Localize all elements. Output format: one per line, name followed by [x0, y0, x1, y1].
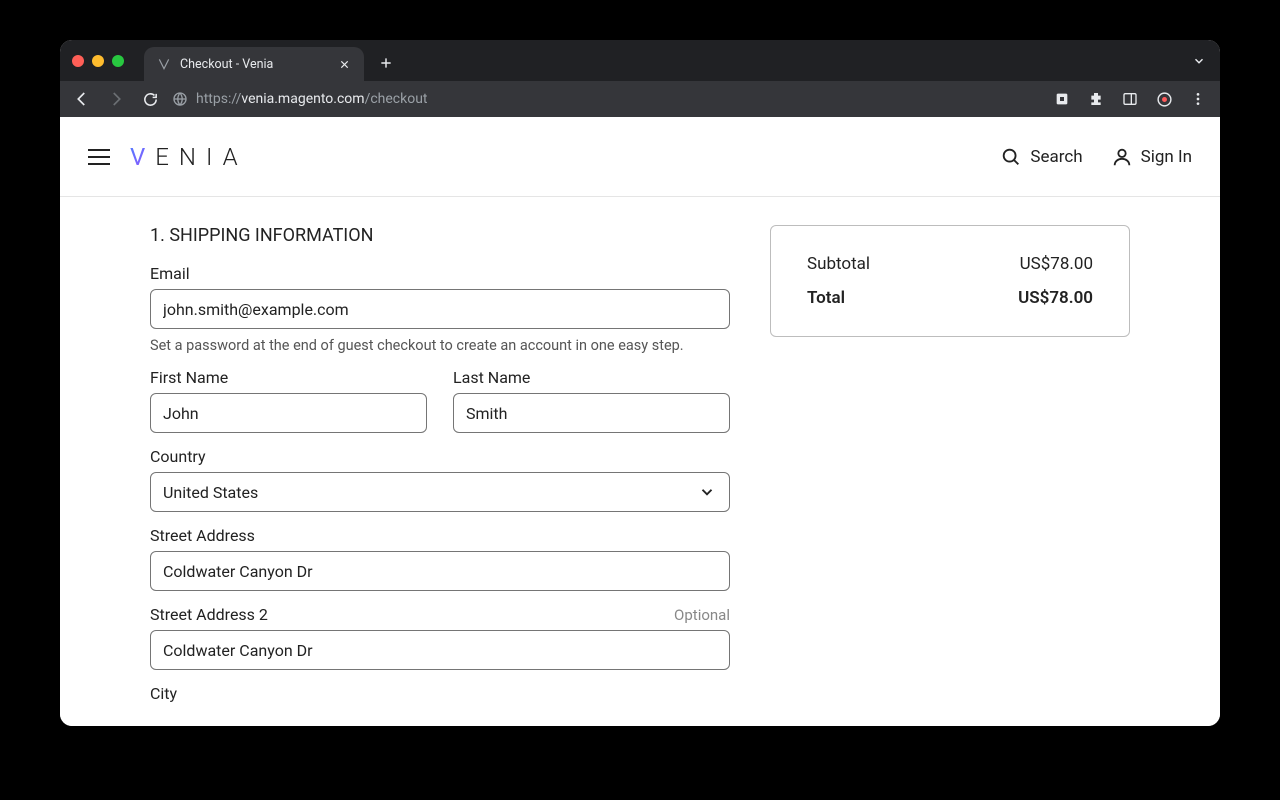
search-button[interactable]: Search [1000, 146, 1082, 168]
site-logo[interactable]: VENIA [130, 143, 248, 171]
subtotal-row: Subtotal US$78.00 [807, 254, 1093, 274]
section-title: 1. SHIPPING INFORMATION [150, 225, 730, 246]
address-bar[interactable]: https://venia.magento.com/checkout [172, 91, 1040, 107]
url-path: /checkout [365, 91, 428, 107]
street2-field-group: Street Address 2 Optional [150, 605, 730, 670]
tab-favicon [156, 56, 172, 72]
extension-icon[interactable] [1050, 87, 1074, 111]
user-icon [1111, 146, 1133, 168]
toolbar-right [1050, 87, 1210, 111]
country-field-group: Country United States [150, 447, 730, 512]
url-text: https://venia.magento.com/checkout [196, 91, 428, 107]
street1-label: Street Address [150, 526, 255, 545]
total-row: Total US$78.00 [807, 288, 1093, 308]
window-controls [72, 40, 124, 81]
logo-text: ENIA [155, 143, 247, 171]
total-label: Total [807, 288, 845, 308]
email-field-group: Email Set a password at the end of guest… [150, 264, 730, 354]
last-name-label: Last Name [453, 368, 530, 387]
first-name-field-group: First Name [150, 368, 427, 433]
signin-label: Sign In [1141, 147, 1192, 167]
header-actions: Search Sign In [1000, 146, 1192, 168]
browser-toolbar: https://venia.magento.com/checkout [60, 81, 1220, 117]
browser-menu-button[interactable] [1186, 87, 1210, 111]
city-label: City [150, 684, 177, 703]
first-name-label: First Name [150, 368, 228, 387]
window-close-button[interactable] [72, 55, 84, 67]
first-name-input[interactable] [150, 393, 427, 433]
shipping-form: 1. SHIPPING INFORMATION Email Set a pass… [150, 225, 730, 726]
window-minimize-button[interactable] [92, 55, 104, 67]
subtotal-value: US$78.00 [1020, 254, 1093, 274]
total-value: US$78.00 [1018, 288, 1093, 308]
subtotal-label: Subtotal [807, 254, 870, 274]
window-maximize-button[interactable] [112, 55, 124, 67]
menu-button[interactable] [88, 145, 112, 169]
browser-tabbar: Checkout - Venia [60, 40, 1220, 81]
country-select[interactable]: United States [150, 472, 730, 512]
search-icon [1000, 146, 1022, 168]
sidepanel-icon[interactable] [1118, 87, 1142, 111]
last-name-field-group: Last Name [453, 368, 730, 433]
email-hint: Set a password at the end of guest check… [150, 337, 730, 354]
site-info-icon[interactable] [172, 91, 188, 107]
tabs-dropdown-button[interactable] [1192, 40, 1206, 81]
tab-close-button[interactable] [336, 56, 352, 72]
browser-tab[interactable]: Checkout - Venia [144, 47, 364, 81]
tab-title: Checkout - Venia [180, 57, 273, 72]
street2-input[interactable] [150, 630, 730, 670]
back-button[interactable] [70, 87, 94, 111]
site-header: VENIA Search Sign In [60, 117, 1220, 197]
signin-button[interactable]: Sign In [1111, 146, 1192, 168]
profile-icon[interactable] [1152, 87, 1176, 111]
country-label: Country [150, 447, 206, 466]
logo-v-icon: V [130, 143, 155, 171]
browser-window: Checkout - Venia https://venia.mag [60, 40, 1220, 726]
url-host: venia.magento.com [241, 91, 364, 107]
reload-button[interactable] [138, 87, 162, 111]
street2-label: Street Address 2 [150, 605, 268, 624]
email-label: Email [150, 264, 190, 283]
forward-button[interactable] [104, 87, 128, 111]
extensions-puzzle-icon[interactable] [1084, 87, 1108, 111]
street2-optional-label: Optional [674, 606, 730, 624]
city-field-group: City [150, 684, 730, 703]
order-summary: Subtotal US$78.00 Total US$78.00 [770, 225, 1130, 337]
last-name-input[interactable] [453, 393, 730, 433]
main-content: 1. SHIPPING INFORMATION Email Set a pass… [60, 197, 1220, 726]
url-scheme: https:// [196, 91, 241, 107]
email-input[interactable] [150, 289, 730, 329]
page: VENIA Search Sign In 1. SH [60, 117, 1220, 726]
street1-field-group: Street Address [150, 526, 730, 591]
search-label: Search [1030, 147, 1082, 167]
new-tab-button[interactable] [372, 49, 400, 77]
street1-input[interactable] [150, 551, 730, 591]
